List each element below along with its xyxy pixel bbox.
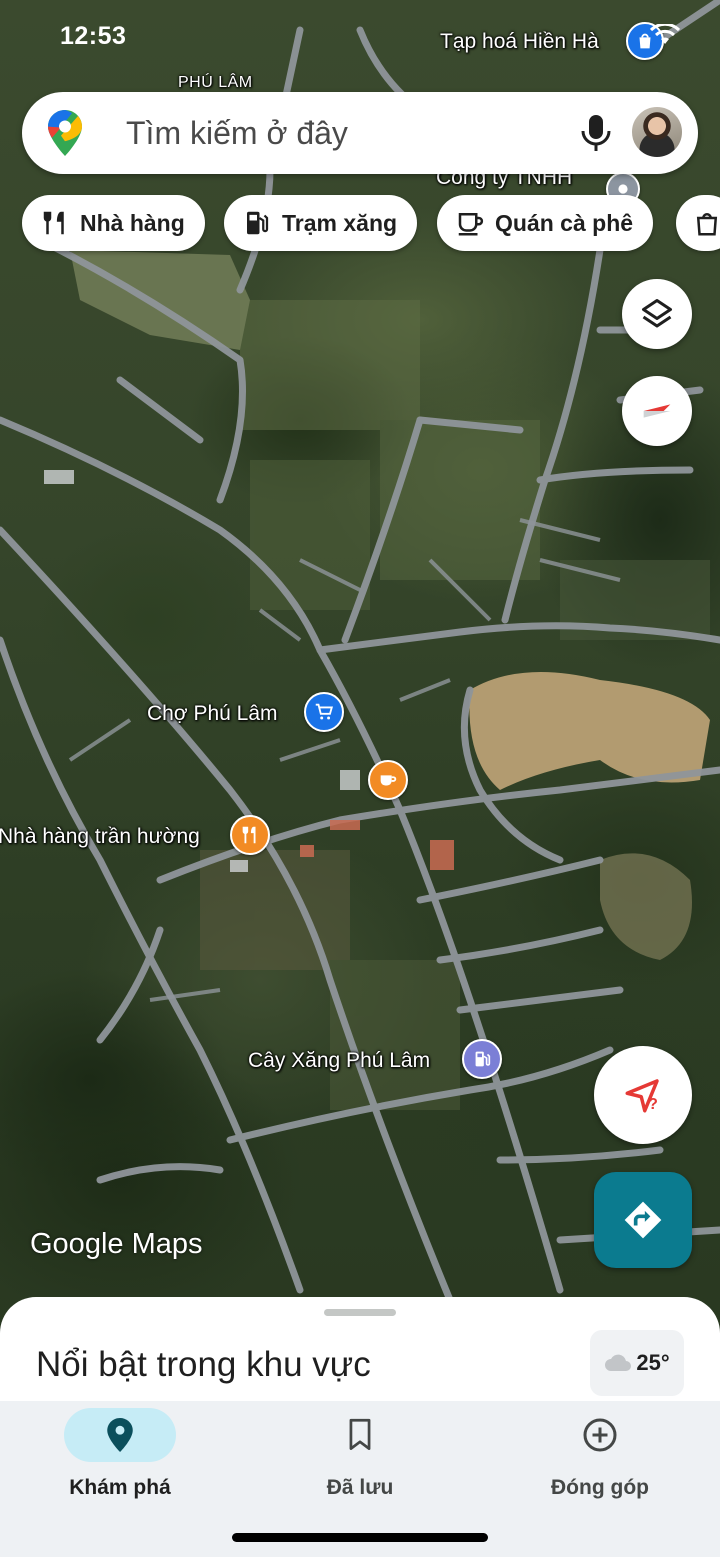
map-label-cho-phu-lam[interactable]: Chợ Phú Lâm bbox=[147, 702, 278, 726]
weather-temperature: 25° bbox=[636, 1350, 670, 1375]
compass-icon bbox=[643, 404, 671, 418]
layers-icon bbox=[642, 299, 672, 328]
add-circle-icon bbox=[583, 1418, 617, 1452]
home-indicator bbox=[232, 1533, 488, 1542]
directions-icon bbox=[624, 1201, 662, 1239]
nav-saved-indicator bbox=[304, 1408, 416, 1462]
nav-saved-label: Đã lưu bbox=[326, 1476, 394, 1499]
layers-button[interactable] bbox=[622, 279, 692, 349]
shopping-bag-icon bbox=[696, 213, 718, 236]
map-label-nha-hang-tran-huong[interactable]: Nhà hàng trần hường bbox=[0, 825, 200, 849]
chip-coffee-label: Quán cà phê bbox=[495, 209, 634, 236]
nav-contribute-label: Đóng góp bbox=[551, 1476, 649, 1499]
map-label-tap-hoa[interactable]: Tạp hoá Hiền Hà bbox=[440, 30, 599, 54]
status-bar-time: 12:53 bbox=[60, 22, 127, 50]
google-maps-wordmark: Google Maps bbox=[30, 1228, 203, 1260]
chip-gas-stations-label: Trạm xăng bbox=[282, 209, 398, 236]
gas-station-icon bbox=[247, 211, 269, 235]
sheet-title: Nổi bật trong khu vực bbox=[36, 1345, 371, 1384]
account-avatar[interactable] bbox=[630, 105, 684, 159]
market-pin[interactable] bbox=[304, 692, 344, 732]
map-label-phu-lam-area: PHÚ LÂM bbox=[178, 74, 253, 91]
cloud-icon bbox=[605, 1354, 632, 1371]
bookmark-icon bbox=[349, 1418, 371, 1450]
restaurant-icon bbox=[242, 826, 256, 844]
google-maps-logo-icon bbox=[48, 110, 82, 156]
search-input[interactable]: Tìm kiếm ở đây bbox=[126, 114, 348, 152]
chip-restaurants[interactable]: Nhà hàng bbox=[22, 195, 205, 251]
bottom-sheet[interactable]: Nổi bật trong khu vực 25° bbox=[0, 1297, 720, 1417]
nav-explore-indicator bbox=[64, 1408, 176, 1462]
sheet-drag-handle[interactable] bbox=[324, 1309, 396, 1316]
chip-coffee[interactable]: Quán cà phê bbox=[437, 195, 654, 251]
weather-chip[interactable]: 25° bbox=[590, 1330, 684, 1396]
nav-explore[interactable]: Khám phá bbox=[0, 1401, 240, 1521]
nav-saved[interactable]: Đã lưu bbox=[240, 1401, 480, 1521]
svg-text:?: ? bbox=[648, 1096, 658, 1113]
chip-restaurants-label: Nhà hàng bbox=[80, 209, 185, 236]
wifi-icon bbox=[650, 24, 680, 44]
directions-button[interactable] bbox=[594, 1172, 692, 1268]
coffee-icon bbox=[380, 775, 397, 786]
my-location-button[interactable]: ? bbox=[594, 1046, 692, 1144]
location-unknown-icon: ? bbox=[625, 1079, 659, 1113]
shopping-cart-icon bbox=[315, 703, 334, 720]
gas-pump-icon bbox=[475, 1051, 491, 1067]
explore-pin-icon bbox=[107, 1418, 133, 1452]
nav-contribute-indicator bbox=[544, 1408, 656, 1462]
search-bar[interactable]: Tìm kiếm ở đây bbox=[22, 92, 698, 174]
cafe-pin[interactable] bbox=[368, 760, 408, 800]
map-label-cay-xang-phu-lam[interactable]: Cây Xăng Phú Lâm bbox=[248, 1049, 430, 1073]
status-bar-icons bbox=[650, 24, 680, 46]
coffee-icon bbox=[458, 213, 484, 236]
gas-station-pin[interactable] bbox=[462, 1039, 502, 1079]
restaurant-pin[interactable] bbox=[230, 815, 270, 855]
restaurant-icon bbox=[43, 211, 64, 235]
nav-explore-label: Khám phá bbox=[69, 1476, 171, 1499]
compass-button[interactable] bbox=[622, 376, 692, 446]
chip-gas-stations[interactable]: Trạm xăng bbox=[224, 195, 418, 251]
microphone-icon[interactable] bbox=[578, 112, 614, 154]
nav-contribute[interactable]: Đóng góp bbox=[480, 1401, 720, 1521]
